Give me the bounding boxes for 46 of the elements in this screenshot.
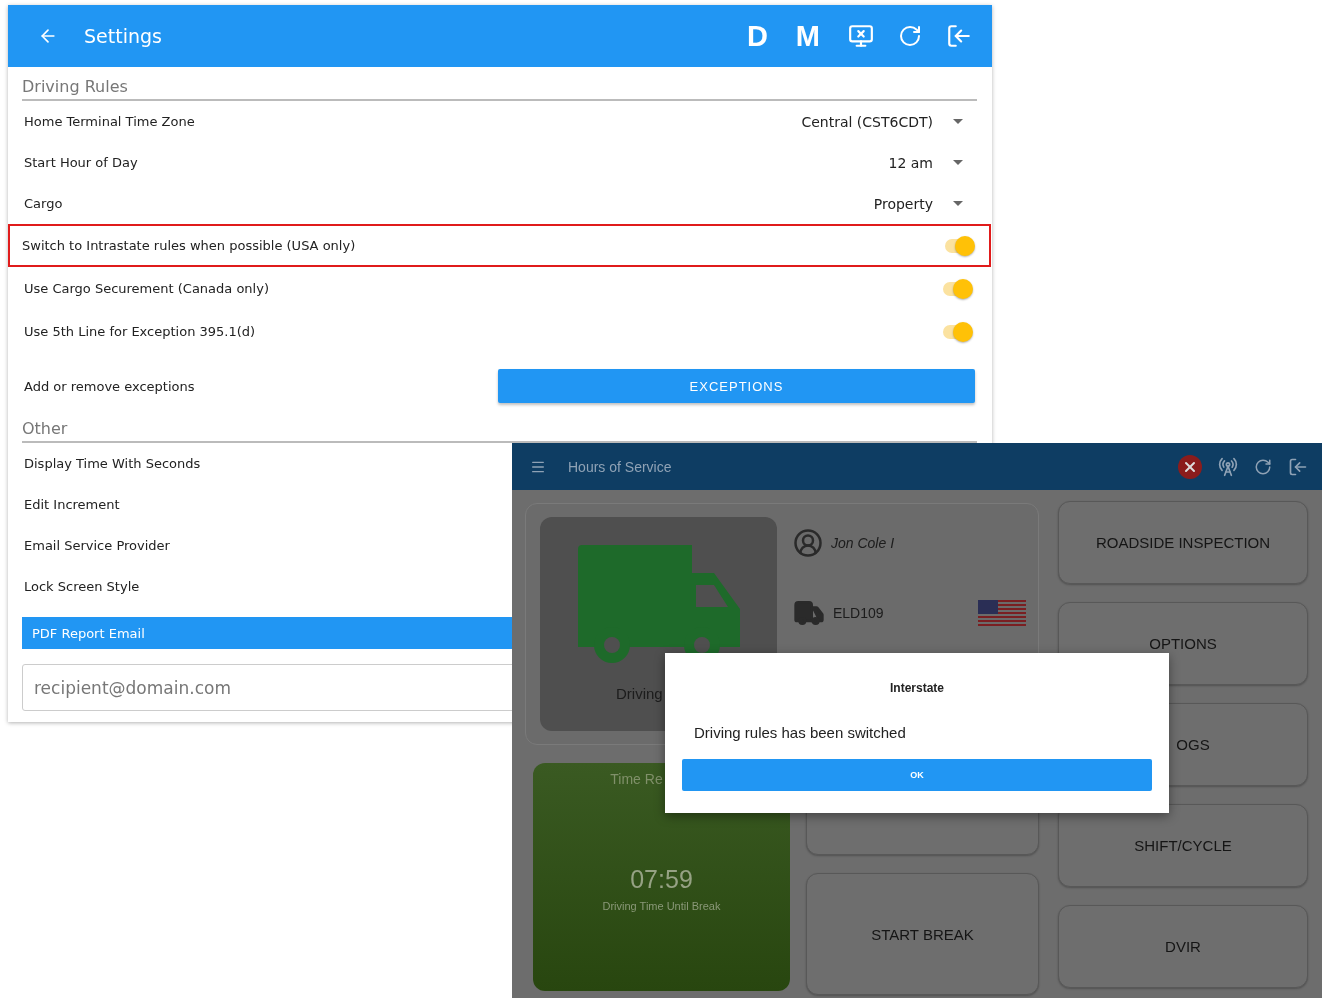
menu-tile[interactable]: SHIFT/CYCLE: [1058, 804, 1308, 887]
exit-door-icon[interactable]: [946, 23, 972, 49]
flag-icon: [978, 600, 1026, 626]
dropdown[interactable]: Central (CST6CDT): [801, 113, 975, 130]
truck-icon: [577, 545, 740, 663]
toggle-switch[interactable]: [941, 320, 975, 343]
dropdown[interactable]: 12 am: [888, 154, 975, 171]
setting-label: Start Hour of Day: [24, 155, 138, 170]
section-title: Driving Rules: [22, 77, 977, 101]
setting-label: Display Time With Seconds: [24, 456, 201, 471]
dropdown-caret-icon: [953, 201, 963, 206]
action-tile[interactable]: START BREAK: [806, 873, 1039, 995]
dropdown[interactable]: Property: [873, 195, 975, 212]
setting-label: Switch to Intrastate rules when possible (USA only): [22, 238, 356, 253]
refresh-icon[interactable]: [898, 24, 922, 48]
setting-label: Add or remove exceptions: [24, 378, 195, 394]
setting-label: Use 5th Line for Exception 395.1(d): [24, 324, 256, 339]
setting-label: Edit Increment: [24, 497, 120, 512]
dropdown-caret-icon: [953, 119, 963, 124]
radio-tower-icon[interactable]: [1218, 456, 1238, 477]
driver-name: Jon Cole I: [831, 535, 895, 551]
dropdown-caret-icon: [953, 160, 963, 165]
toggle-switch[interactable]: [943, 234, 977, 257]
setting-label: Lock Screen Style: [24, 579, 140, 594]
setting-label: Home Terminal Time Zone: [24, 114, 195, 129]
toggle-switch[interactable]: [941, 277, 975, 300]
monitor-x-icon[interactable]: [848, 23, 874, 49]
setting-label: Cargo: [24, 196, 63, 211]
setting-label: Email Service Provider: [24, 538, 170, 553]
refresh-icon[interactable]: [1254, 457, 1272, 476]
menu-tile[interactable]: ROADSIDE INSPECTION: [1058, 501, 1308, 584]
exceptions-button[interactable]: EXCEPTIONS: [498, 369, 975, 403]
dialog-title: Interstate: [890, 681, 944, 695]
screen-title: Hours of Service: [568, 458, 673, 475]
ok-button[interactable]: OK: [682, 759, 1152, 791]
avatar-icon: [793, 528, 823, 558]
timer-value: 07:59: [630, 865, 693, 894]
letter-button[interactable]: M: [795, 19, 820, 53]
timer-caption: Driving Time Until Break: [602, 900, 721, 912]
close-icon[interactable]: [1178, 454, 1202, 479]
timer-heading: Time Re: [610, 771, 664, 787]
exit-door-icon[interactable]: [1288, 456, 1308, 477]
menu-tile[interactable]: DVIR: [1058, 905, 1308, 988]
letter-button[interactable]: D: [746, 19, 768, 53]
setting-label: Use Cargo Securement (Canada only): [24, 281, 269, 296]
screen-title: Settings: [84, 25, 163, 47]
